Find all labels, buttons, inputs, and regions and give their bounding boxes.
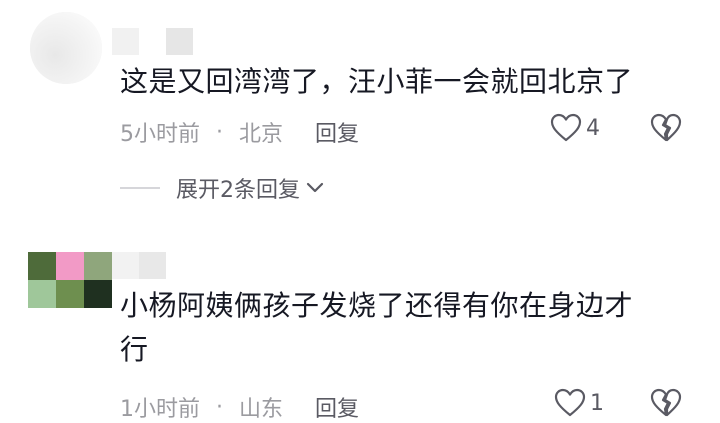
comment-text: 这是又回湾湾了，汪小菲一会就回北京了 (120, 60, 633, 104)
broken-heart-icon (650, 113, 682, 147)
heart-outline-icon (550, 113, 582, 143)
comment-location: 北京 (239, 122, 284, 147)
chevron-down-icon (306, 176, 324, 201)
comment-text: 小杨阿姨俩孩子发烧了还得有你在身边才 行 (120, 284, 633, 372)
like-count: 4 (586, 115, 600, 141)
comment-location: 山东 (239, 397, 284, 422)
separator-dot: · (216, 119, 223, 145)
avatar[interactable] (28, 252, 112, 308)
heart-outline-icon (554, 388, 586, 418)
comment-time: 1小时前 (120, 397, 200, 422)
divider-line (120, 187, 160, 189)
comment-list: 这是又回湾湾了，汪小菲一会就回北京了 5小时前 · 北京 回复 4 展开2条回复… (0, 0, 720, 423)
username-mosaic (112, 252, 166, 279)
comment-item: 这是又回湾湾了，汪小菲一会就回北京了 5小时前 · 北京 回复 4 (0, 0, 720, 170)
comment-text-line: 小杨阿姨俩孩子发烧了还得有你在身边才 (120, 289, 634, 322)
username-mosaic (112, 28, 193, 55)
comment-text-line: 这是又回湾湾了，汪小菲一会就回北京了 (120, 65, 634, 98)
like-button[interactable]: 1 (554, 388, 604, 418)
reply-button[interactable]: 回复 (315, 391, 359, 423)
reply-button[interactable]: 回复 (315, 116, 359, 148)
comment-time: 5小时前 (120, 122, 200, 147)
broken-heart-icon (650, 388, 682, 422)
dislike-button[interactable] (650, 113, 682, 147)
comment-text-line: 行 (120, 333, 149, 366)
avatar[interactable] (30, 12, 102, 84)
dislike-button[interactable] (650, 388, 682, 422)
comment-item: 小杨阿姨俩孩子发烧了还得有你在身边才 行 1小时前 · 山东 回复 1 (0, 240, 720, 423)
expand-replies-button[interactable]: 展开2条回复 (120, 172, 324, 204)
expand-replies-label: 展开2条回复 (176, 178, 300, 203)
like-button[interactable]: 4 (550, 113, 600, 143)
comment-meta: 1小时前 · 山东 回复 (120, 391, 359, 423)
separator-dot: · (216, 394, 223, 420)
comment-meta: 5小时前 · 北京 回复 (120, 116, 359, 148)
like-count: 1 (590, 390, 604, 416)
